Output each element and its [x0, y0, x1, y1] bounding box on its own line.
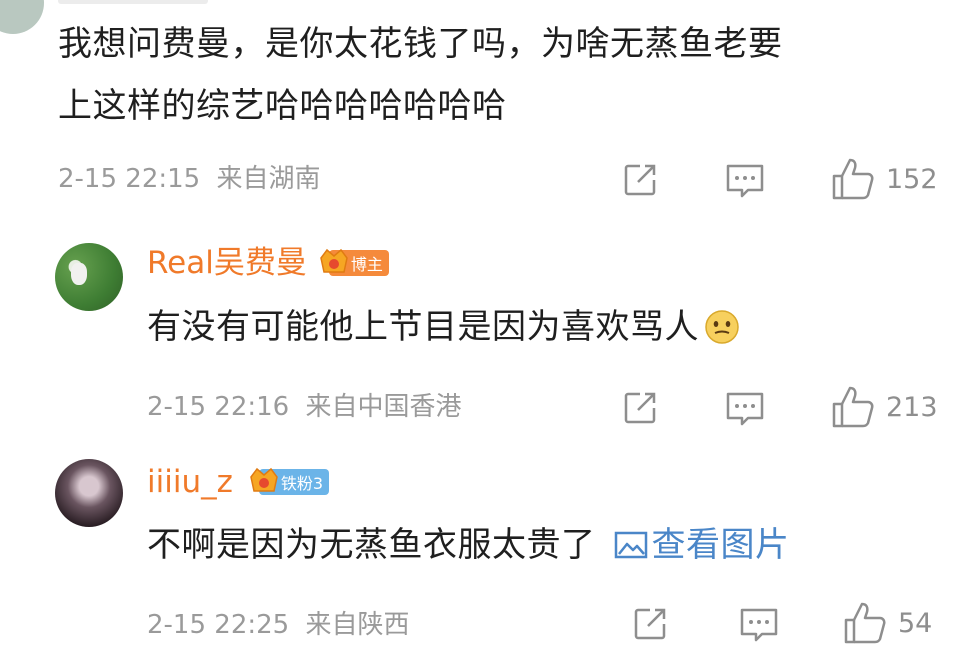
reply-meta: 2-15 22:16 来自中国香港 — [147, 390, 461, 424]
comment-icon — [740, 608, 778, 642]
avatar[interactable] — [55, 243, 123, 311]
crown-icon — [320, 248, 348, 273]
like-count: 213 — [886, 391, 938, 423]
status-badge: 博主 — [320, 248, 389, 276]
like-count: 152 — [886, 163, 938, 195]
share-button[interactable] — [620, 160, 660, 200]
reply-location: 来自陕西 — [305, 610, 410, 640]
badge-label: 博主 — [350, 255, 383, 274]
status-badge: 铁粉3 — [250, 467, 330, 495]
thumbs-up-icon — [832, 386, 874, 428]
share-icon — [634, 608, 666, 640]
like-button[interactable]: 213 — [830, 384, 938, 430]
like-button[interactable]: 152 — [830, 156, 938, 202]
reply-time: 2-15 22:16 — [147, 392, 290, 422]
thumbs-up-icon — [844, 602, 886, 644]
view-image-label: 查看图片 — [651, 525, 790, 565]
like-button[interactable]: 54 — [842, 600, 932, 646]
comment-text-line-2: 上这样的综艺哈哈哈哈哈哈哈 — [58, 86, 507, 126]
comment-icon — [726, 164, 764, 198]
share-button[interactable] — [630, 604, 670, 644]
reply-text: 不啊是因为无蒸鱼衣服太贵了 查看图片 — [147, 514, 790, 576]
image-icon — [614, 531, 647, 559]
comment-text: 我想问费曼，是你太花钱了吗，为啥无蒸鱼老要 上这样的综艺哈哈哈哈哈哈哈 — [58, 13, 958, 137]
share-icon — [624, 164, 656, 196]
cut-off-username — [58, 0, 208, 4]
reply-header: iiiiu_z 铁粉3 — [147, 462, 330, 502]
reply-time: 2-15 22:25 — [147, 610, 290, 640]
comment-button[interactable] — [724, 388, 766, 428]
share-button[interactable] — [620, 388, 660, 428]
reply-meta: 2-15 22:25 来自陕西 — [147, 608, 409, 642]
comment-time: 2-15 22:15 — [58, 164, 201, 194]
crown-icon — [250, 467, 278, 492]
username[interactable]: Real吴费曼 — [147, 243, 307, 283]
smirk-emoji-icon — [705, 310, 739, 344]
username[interactable]: iiiiu_z — [147, 462, 233, 502]
like-count: 54 — [898, 607, 933, 639]
avatar[interactable] — [55, 459, 123, 527]
share-icon — [624, 392, 656, 424]
badge-label: 铁粉3 — [280, 474, 324, 493]
reply-text-content: 不啊是因为无蒸鱼衣服太贵了 — [147, 525, 596, 565]
comment-icon — [726, 392, 764, 426]
avatar-partial[interactable] — [0, 0, 44, 34]
comment-button[interactable] — [738, 604, 780, 644]
comment-button[interactable] — [724, 160, 766, 200]
thumbs-up-icon — [832, 158, 874, 200]
reply-header: Real吴费曼 博主 — [147, 243, 389, 283]
comment-text-line-1: 我想问费曼，是你太花钱了吗，为啥无蒸鱼老要 — [58, 24, 783, 64]
reply-text: 有没有可能他上节目是因为喜欢骂人 — [147, 296, 741, 358]
view-image-link[interactable]: 查看图片 — [614, 514, 790, 576]
reply-text-content: 有没有可能他上节目是因为喜欢骂人 — [147, 307, 699, 347]
comment-meta: 2-15 22:15 来自湖南 — [58, 162, 320, 196]
reply-location: 来自中国香港 — [305, 392, 462, 422]
comment-location: 来自湖南 — [216, 164, 321, 194]
